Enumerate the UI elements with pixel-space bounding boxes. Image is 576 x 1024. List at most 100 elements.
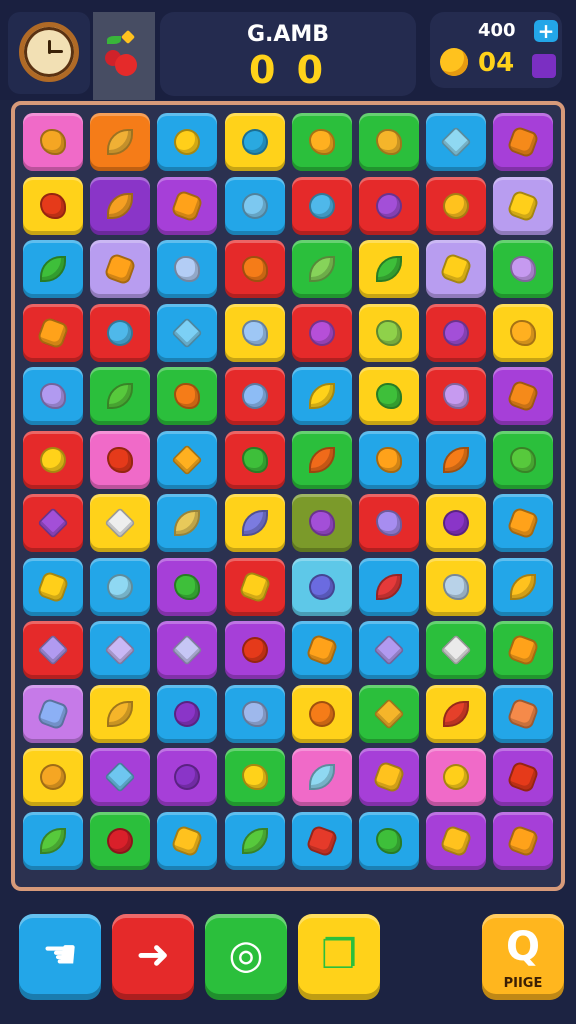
- board-tile[interactable]: [157, 240, 218, 298]
- board-tile[interactable]: [90, 811, 151, 870]
- board-tile[interactable]: [23, 494, 83, 552]
- board-tile[interactable]: [23, 748, 83, 806]
- board-tile[interactable]: [493, 748, 554, 806]
- board-tile[interactable]: [291, 240, 352, 298]
- board-tile[interactable]: [90, 303, 151, 362]
- board-tile[interactable]: [224, 684, 285, 743]
- board-tile[interactable]: [426, 684, 487, 743]
- board-tile[interactable]: [359, 113, 419, 171]
- board-tile[interactable]: [359, 621, 419, 679]
- board-tile[interactable]: [291, 557, 352, 616]
- board-tile[interactable]: [23, 113, 83, 171]
- board-tile[interactable]: [23, 176, 83, 235]
- board-tile[interactable]: [90, 557, 151, 616]
- board-tile[interactable]: [23, 240, 83, 298]
- board-tile[interactable]: [224, 303, 285, 362]
- board-tile[interactable]: [90, 494, 151, 552]
- board-tile[interactable]: [90, 113, 151, 171]
- board-tile[interactable]: [493, 430, 554, 489]
- board-tile[interactable]: [426, 621, 487, 679]
- board-tile[interactable]: [493, 621, 554, 679]
- board-tile[interactable]: [23, 557, 83, 616]
- board-tile[interactable]: [426, 811, 487, 870]
- board-tile[interactable]: [359, 240, 419, 298]
- board-tile[interactable]: [493, 176, 554, 235]
- board-tile[interactable]: [23, 684, 83, 743]
- board-tile[interactable]: [426, 557, 487, 616]
- board-tile[interactable]: [291, 494, 352, 552]
- board-tile[interactable]: [359, 494, 419, 552]
- board-tile[interactable]: [224, 240, 285, 298]
- board-tile[interactable]: [359, 684, 419, 743]
- board-tile[interactable]: [426, 748, 487, 806]
- pause-button[interactable]: Q PIIGE: [482, 914, 564, 1000]
- board-tile[interactable]: [493, 303, 554, 362]
- board-tile[interactable]: [359, 811, 419, 870]
- board-tile[interactable]: [157, 113, 218, 171]
- board-tile[interactable]: [493, 494, 554, 552]
- board-tile[interactable]: [157, 176, 218, 235]
- board-tile[interactable]: [291, 176, 352, 235]
- board-tile[interactable]: [23, 430, 83, 489]
- board-tile[interactable]: [90, 684, 151, 743]
- board-tile[interactable]: [426, 430, 487, 489]
- board-tile[interactable]: [359, 367, 419, 425]
- board-tile[interactable]: [359, 557, 419, 616]
- board-tile[interactable]: [224, 748, 285, 806]
- board-tile[interactable]: [157, 684, 218, 743]
- board-tile[interactable]: [224, 367, 285, 425]
- board-tile[interactable]: [359, 176, 419, 235]
- board-tile[interactable]: [157, 621, 218, 679]
- board-tile[interactable]: [359, 748, 419, 806]
- board-tile[interactable]: [23, 367, 83, 425]
- bomb-button[interactable]: ◎: [205, 914, 287, 1000]
- board-tile[interactable]: [291, 684, 352, 743]
- board-tile[interactable]: [224, 494, 285, 552]
- board-tile[interactable]: [426, 240, 487, 298]
- hint-button[interactable]: ☚: [19, 914, 101, 1000]
- board-tile[interactable]: [426, 303, 487, 362]
- board-tile[interactable]: [493, 811, 554, 870]
- board-tile[interactable]: [493, 557, 554, 616]
- board-tile[interactable]: [493, 367, 554, 425]
- board-tile[interactable]: [157, 430, 218, 489]
- board-tile[interactable]: [359, 303, 419, 362]
- board-tile[interactable]: [291, 811, 352, 870]
- board-tile[interactable]: [23, 811, 83, 870]
- board-tile[interactable]: [291, 303, 352, 362]
- board-tile[interactable]: [90, 367, 151, 425]
- board-tile[interactable]: [157, 367, 218, 425]
- board-tile[interactable]: [359, 430, 419, 489]
- board-tile[interactable]: [291, 748, 352, 806]
- board-tile[interactable]: [90, 621, 151, 679]
- board-tile[interactable]: [157, 303, 218, 362]
- board-tile[interactable]: [426, 367, 487, 425]
- board-tile[interactable]: [157, 494, 218, 552]
- board-tile[interactable]: [23, 303, 83, 362]
- board-tile[interactable]: [90, 176, 151, 235]
- board-tile[interactable]: [157, 811, 218, 870]
- board-tile[interactable]: [157, 748, 218, 806]
- board-tile[interactable]: [426, 176, 487, 235]
- board-tile[interactable]: [493, 684, 554, 743]
- board-tile[interactable]: [291, 430, 352, 489]
- board-tile[interactable]: [224, 621, 285, 679]
- board-tile[interactable]: [426, 113, 487, 171]
- board-tile[interactable]: [23, 621, 83, 679]
- board-tile[interactable]: [493, 240, 554, 298]
- board-tile[interactable]: [224, 430, 285, 489]
- board-tile[interactable]: [90, 748, 151, 806]
- board-tile[interactable]: [224, 176, 285, 235]
- board-tile[interactable]: [291, 621, 352, 679]
- board-tile[interactable]: [90, 240, 151, 298]
- powerup-slot[interactable]: [93, 12, 155, 100]
- board-tile[interactable]: [224, 811, 285, 870]
- shuffle-button[interactable]: ❐: [298, 914, 380, 1000]
- swap-button[interactable]: ➜: [112, 914, 194, 1000]
- board-tile[interactable]: [291, 113, 352, 171]
- board-tile[interactable]: [157, 557, 218, 616]
- board-tile[interactable]: [426, 494, 487, 552]
- board-tile[interactable]: [224, 557, 285, 616]
- board-tile[interactable]: [224, 113, 285, 171]
- board-tile[interactable]: [493, 113, 554, 171]
